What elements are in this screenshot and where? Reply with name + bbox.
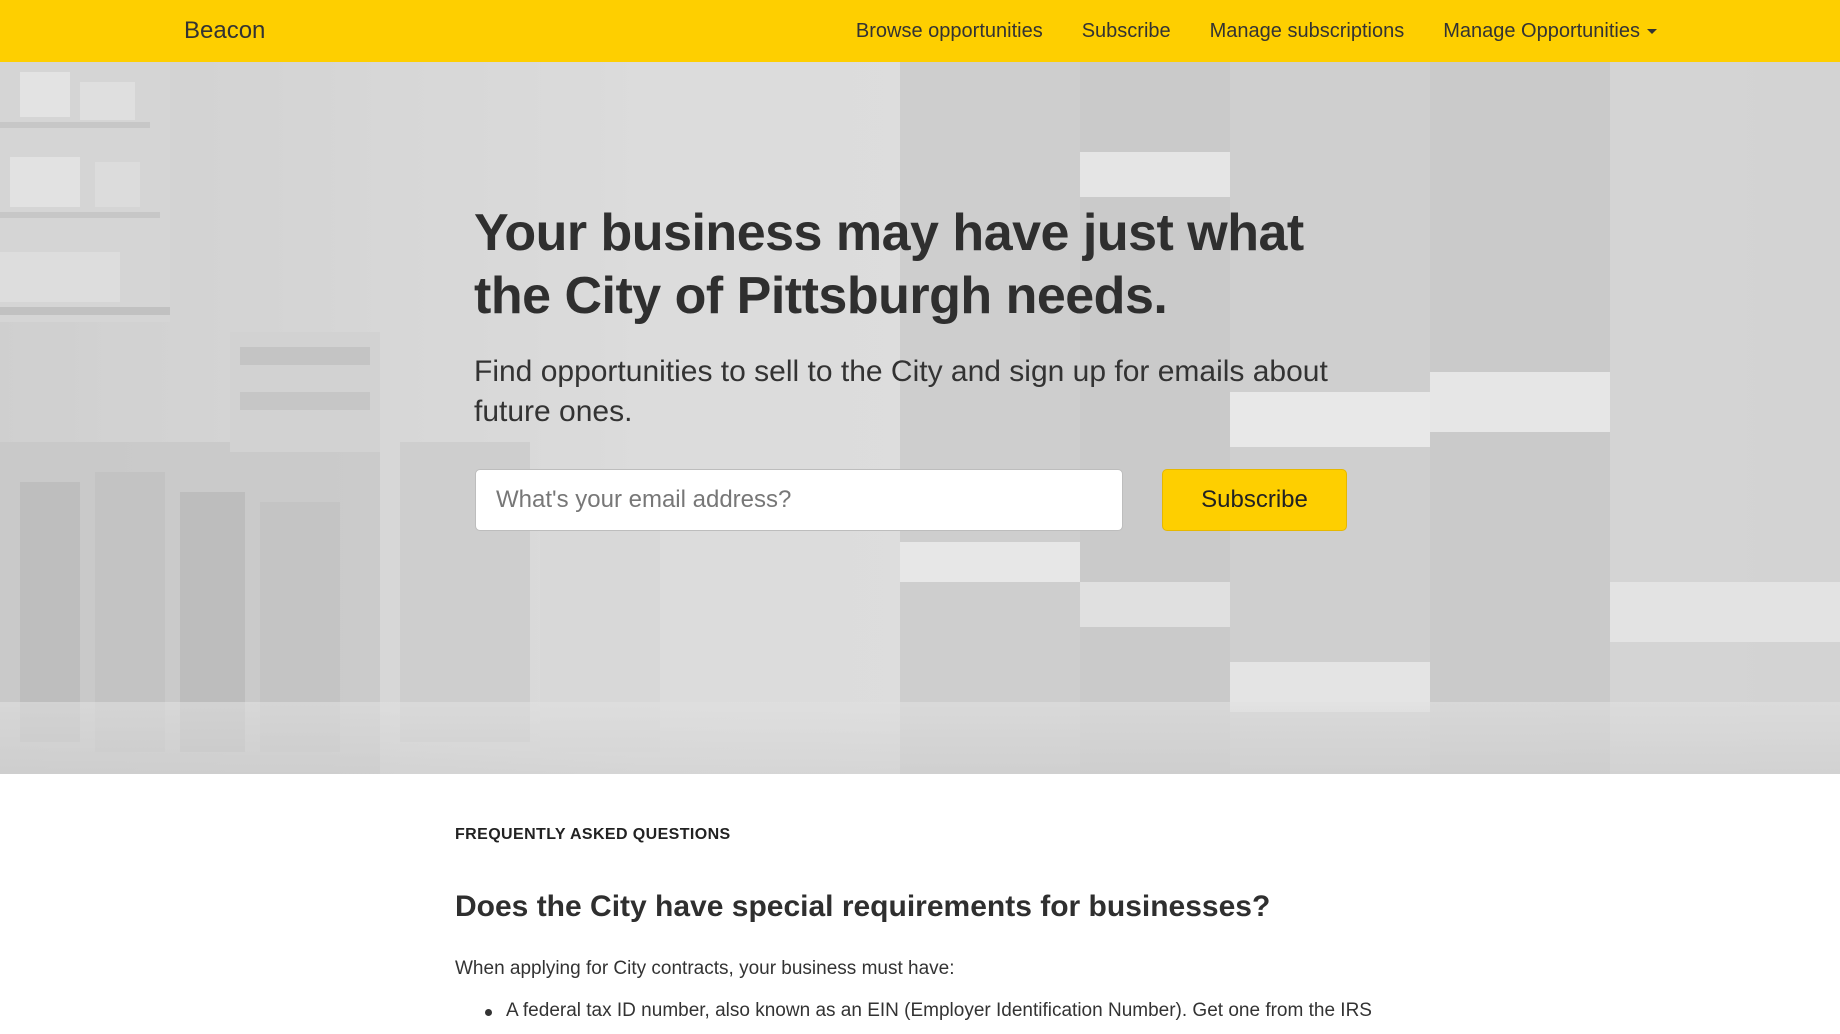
list-item: A federal tax ID number, also known as a… <box>455 1000 1372 1022</box>
top-navbar: Beacon Browse opportunities Subscribe Ma… <box>0 0 1840 62</box>
nav-item-subscribe: Subscribe <box>1082 20 1171 43</box>
subscribe-form: Subscribe <box>475 469 1347 531</box>
nav-link-subscribe[interactable]: Subscribe <box>1082 20 1171 43</box>
brand-link[interactable]: Beacon <box>184 0 265 62</box>
hero-title: Your business may have just what the Cit… <box>474 204 1304 325</box>
faq-eyebrow: FREQUENTLY ASKED QUESTIONS <box>455 826 731 843</box>
bullet-icon <box>485 1009 492 1016</box>
nav-item-browse: Browse opportunities <box>856 20 1043 43</box>
nav-link-label: Subscribe <box>1081 19 1171 42</box>
faq-question: Does the City have special requirements … <box>455 890 1271 923</box>
email-input[interactable] <box>475 469 1123 531</box>
nav-link-label: Manage subscriptions <box>1209 19 1405 42</box>
hero-content: Your business may have just what the Cit… <box>474 202 1374 432</box>
hero-section: Your business may have just what the Cit… <box>0 62 1840 774</box>
faq-requirements-list: A federal tax ID number, also known as a… <box>455 1000 1372 1022</box>
nav-item-manage-subscriptions: Manage subscriptions <box>1210 20 1405 43</box>
nav-dropdown-manage-opportunities[interactable]: Manage Opportunities <box>1443 20 1657 43</box>
nav-link-browse-opportunities[interactable]: Browse opportunities <box>856 20 1043 43</box>
list-item-text: A federal tax ID number, also known as a… <box>506 1000 1372 1021</box>
nav-links: Browse opportunities Subscribe Manage su… <box>856 0 1657 62</box>
nav-link-manage-subscriptions[interactable]: Manage subscriptions <box>1210 20 1405 43</box>
caret-down-icon <box>1647 28 1657 34</box>
faq-section: FREQUENTLY ASKED QUESTIONS Does the City… <box>455 774 1395 1034</box>
faq-intro: When applying for City contracts, your b… <box>455 958 955 979</box>
nav-item-manage-opportunities: Manage Opportunities <box>1443 20 1657 43</box>
nav-link-label: Manage Opportunities <box>1443 19 1640 42</box>
nav-link-label: Browse opportunities <box>855 19 1043 42</box>
hero-subtitle: Find opportunities to sell to the City a… <box>474 355 1328 428</box>
subscribe-button[interactable]: Subscribe <box>1162 469 1347 531</box>
